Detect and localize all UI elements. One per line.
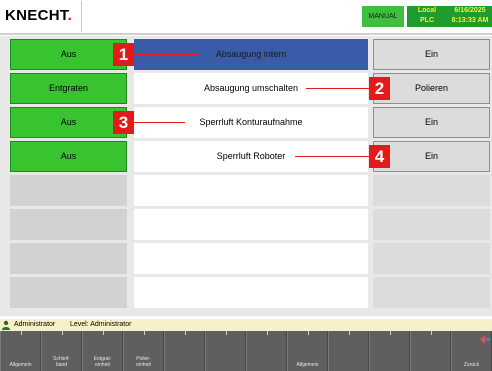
empty-row — [0, 209, 492, 240]
fkey-1[interactable]: Allgemein — [0, 331, 41, 371]
row3-off-button[interactable]: Aus — [10, 107, 127, 138]
user-icon — [2, 320, 10, 330]
fkey-2[interactable]: Schleif- band — [41, 331, 82, 371]
empty-row — [0, 243, 492, 274]
empty-left-slot — [10, 277, 127, 308]
marker-1-leader — [134, 54, 198, 55]
fkey-9[interactable] — [328, 331, 369, 371]
row1-on-button[interactable]: Ein — [373, 39, 490, 70]
control-row: Aus Sperrluft Roboter Ein — [0, 141, 492, 172]
user-bar: Administrator Level: Administrator — [0, 319, 492, 331]
marker-3: 3 — [113, 111, 134, 134]
empty-middle-slot — [134, 175, 368, 206]
fkey-back[interactable]: Zurück — [451, 331, 492, 371]
fkey-5[interactable] — [164, 331, 205, 371]
marker-4-leader — [295, 156, 369, 157]
empty-left-slot — [10, 209, 127, 240]
mode-indicator: MANUAL — [362, 6, 404, 27]
header-separator — [0, 33, 492, 35]
status-local: Local — [417, 7, 437, 14]
row4-off-button[interactable]: Aus — [10, 141, 127, 172]
fkey-8[interactable]: Allgemein — [287, 331, 328, 371]
control-row: Entgraten Absaugung umschalten Polieren — [0, 73, 492, 104]
back-arrow-icon — [480, 335, 490, 344]
marker-3-leader — [134, 122, 185, 123]
marker-4: 4 — [369, 145, 390, 168]
row2-deburr-button[interactable]: Entgraten — [10, 73, 127, 104]
fkey-4[interactable]: Polier- einheit — [123, 331, 164, 371]
empty-right-slot — [373, 277, 490, 308]
marker-1: 1 — [113, 43, 134, 66]
header-bar: KNECHT. MANUAL Local 6/16/2025 PLC 8:13:… — [0, 0, 492, 33]
empty-left-slot — [10, 175, 127, 206]
empty-middle-slot — [134, 243, 368, 274]
user-name: Administrator — [14, 321, 56, 328]
marker-2: 2 — [369, 77, 390, 100]
fkey-11[interactable] — [410, 331, 451, 371]
empty-right-slot — [373, 243, 490, 274]
empty-left-slot — [10, 243, 127, 274]
empty-row — [0, 175, 492, 206]
status-time: 8:13:33 AM — [451, 17, 489, 24]
status-panel: Local 6/16/2025 PLC 8:13:33 AM — [407, 6, 492, 27]
empty-row — [0, 277, 492, 308]
row1-off-button[interactable]: Aus — [10, 39, 127, 70]
control-grid: Aus Absaugung intern Ein Entgraten Absau… — [0, 36, 492, 316]
status-date: 6/16/2025 — [454, 7, 486, 14]
empty-right-slot — [373, 175, 490, 206]
control-row: Aus Sperrluft Konturaufnahme Ein — [0, 107, 492, 138]
fkey-3[interactable]: Entgrat- einheit — [82, 331, 123, 371]
empty-middle-slot — [134, 209, 368, 240]
row3-on-button[interactable]: Ein — [373, 107, 490, 138]
user-level: Level: Administrator — [70, 321, 132, 328]
row2-polish-button[interactable]: Polieren — [373, 73, 490, 104]
control-row: Aus Absaugung intern Ein — [0, 39, 492, 70]
marker-2-leader — [306, 88, 369, 89]
fkey-10[interactable] — [369, 331, 410, 371]
fkey-6[interactable] — [205, 331, 246, 371]
status-plc: PLC — [420, 17, 434, 24]
fkey-7[interactable] — [246, 331, 287, 371]
header-divider — [81, 1, 82, 32]
function-key-bar: Allgemein Schleif- band Entgrat- einheit… — [0, 331, 492, 371]
row4-on-button[interactable]: Ein — [373, 141, 490, 172]
knecht-logo: KNECHT. — [5, 7, 73, 24]
empty-middle-slot — [134, 277, 368, 308]
empty-right-slot — [373, 209, 490, 240]
